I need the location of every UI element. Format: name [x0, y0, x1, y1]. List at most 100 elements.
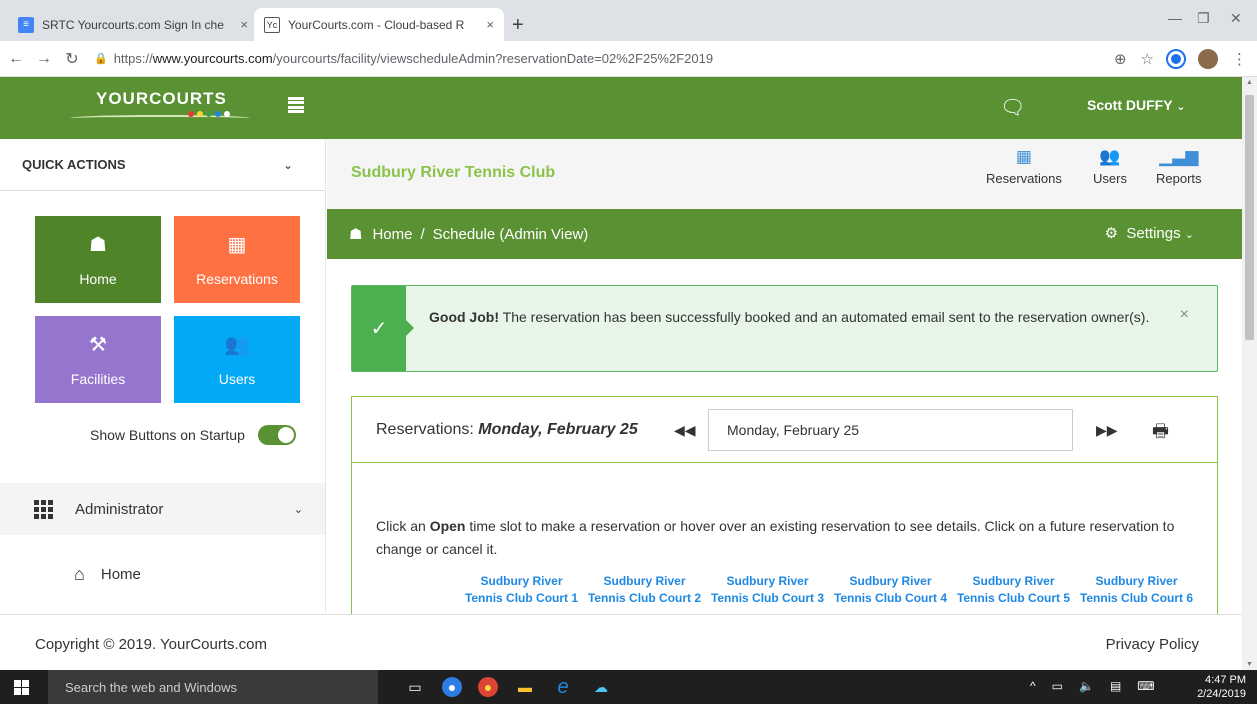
scroll-up-icon[interactable]: ▲	[1246, 79, 1253, 86]
volume-icon[interactable]: 🔈	[1079, 679, 1094, 693]
show-buttons-toggle[interactable]	[257, 425, 296, 445]
browser-menu-icon[interactable]: ⋮	[1232, 50, 1247, 68]
menu-toggle-icon[interactable]	[288, 97, 304, 113]
url-prefix: https://	[113, 51, 153, 66]
bar-chart-icon: ▁▃▆	[1159, 147, 1199, 166]
bookmark-star-icon[interactable]: ☆	[1141, 50, 1154, 68]
nav-reports[interactable]: ▁▃▆ Reports	[1156, 145, 1202, 186]
facilities-tile-button[interactable]: ⚒ Facilities	[35, 316, 161, 403]
battery-icon[interactable]: ▭	[1052, 679, 1063, 693]
home-icon[interactable]: ☗	[349, 225, 362, 243]
user-name: Scott DUFFY	[1087, 97, 1173, 113]
nav-users[interactable]: 👥 Users	[1093, 145, 1127, 186]
camera-app-icon[interactable]: ●	[442, 677, 462, 697]
tray-chevron-icon[interactable]: ^	[1030, 679, 1036, 693]
browser-tab-srtc[interactable]: ≡ SRTC Yourcourts.com Sign In che ×	[8, 8, 258, 41]
court-header[interactable]: Sudbury River Tennis Club Court 5	[952, 573, 1075, 613]
previous-day-icon[interactable]: ◀◀	[674, 422, 696, 439]
club-name[interactable]: Sudbury River Tennis Club	[351, 164, 555, 182]
court-header[interactable]: Sudbury River Tennis Club Court 6	[1075, 573, 1198, 613]
minimize-icon[interactable]: —	[1168, 10, 1182, 26]
browser-tab-yourcourts[interactable]: Yc YourCourts.com - Cloud-based R ×	[254, 8, 504, 41]
file-explorer-icon[interactable]: ▬	[514, 676, 536, 698]
breadcrumb-home[interactable]: Home	[372, 226, 412, 243]
yourcourts-favicon-icon: Yc	[264, 16, 280, 33]
taskbar-search[interactable]: Search the web and Windows	[48, 670, 378, 704]
scrollbar-thumb[interactable]	[1245, 95, 1254, 340]
tile-label: Reservations	[196, 271, 278, 287]
scroll-down-icon[interactable]: ▼	[1246, 661, 1253, 668]
nav-label: Users	[1093, 171, 1127, 186]
reservations-panel: Reservations: Monday, February 25 ◀◀ ▶▶ …	[351, 396, 1218, 614]
windows-start-icon[interactable]	[14, 680, 29, 695]
extension-icon[interactable]	[1168, 51, 1184, 67]
window-close-icon[interactable]: ✕	[1230, 10, 1242, 27]
windows-taskbar: Search the web and Windows ▭ ● ● ▬ e ☁ ^…	[0, 670, 1257, 704]
forward-icon[interactable]: →	[32, 50, 56, 68]
new-tab-button[interactable]: +	[512, 14, 524, 37]
user-menu[interactable]: Scott DUFFY ⌄	[1087, 97, 1185, 113]
app-header: YOURCOURTS 🗨 Scott DUFFY ⌄	[0, 77, 1242, 139]
court-header[interactable]: Sudbury River Tennis Club Court 3	[706, 573, 829, 613]
task-view-icon[interactable]: ▭	[404, 676, 426, 698]
reservations-tile-button[interactable]: ▦ Reservations	[174, 216, 300, 303]
court-header[interactable]: Sudbury River Tennis Club Court 2	[583, 573, 706, 613]
court-header[interactable]: Sudbury River Tennis Club Court 1	[460, 573, 583, 613]
reload-icon[interactable]: ↻	[60, 49, 84, 69]
users-tile-button[interactable]: 👥 Users	[174, 316, 300, 403]
yourcourts-logo[interactable]: YOURCOURTS	[70, 87, 260, 127]
network-app-icon[interactable]: ☁	[590, 676, 612, 698]
court-headers: Sudbury River Tennis Club Court 1 Sudbur…	[460, 573, 1198, 613]
docs-icon: ≡	[18, 16, 34, 33]
alert-text: The reservation has been successfully bo…	[499, 309, 1150, 325]
top-nav: Sudbury River Tennis Club ▦ Reservations…	[327, 139, 1242, 209]
settings-label: Settings	[1126, 225, 1181, 242]
quick-actions-header[interactable]: QUICK ACTIONS ⌄	[0, 139, 325, 191]
alert-close-icon[interactable]: ×	[1180, 306, 1189, 324]
browser-tab-bar: ≡ SRTC Yourcourts.com Sign In che × Yc Y…	[0, 0, 1257, 41]
breadcrumb-separator: /	[420, 225, 425, 243]
notification-icon[interactable]: ▤	[1110, 679, 1121, 693]
settings-menu[interactable]: ⚙ Settings ⌄	[1105, 224, 1194, 242]
chrome-icon[interactable]: ●	[478, 677, 498, 697]
sidebar: QUICK ACTIONS ⌄ ☗ Home ▦ Reservations ⚒ …	[0, 139, 326, 613]
instr-bold: Open	[429, 518, 466, 534]
home-tile-button[interactable]: ☗ Home	[35, 216, 161, 303]
tile-label: Home	[79, 271, 117, 287]
tab-title: SRTC Yourcourts.com Sign In che	[42, 17, 224, 32]
court-header[interactable]: Sudbury River Tennis Club Court 4	[829, 573, 952, 613]
clock-date: 2/24/2019	[1197, 688, 1246, 700]
chevron-down-icon: ⌄	[282, 157, 293, 172]
zoom-icon[interactable]: ⊕	[1114, 50, 1127, 68]
privacy-policy-link[interactable]: Privacy Policy	[1106, 636, 1199, 653]
chevron-down-icon: ⌄	[1184, 229, 1194, 241]
sidebar-item-home[interactable]: ⌂ Home	[74, 564, 141, 585]
logo-text: YOURCOURTS	[96, 89, 227, 108]
tab-close-icon[interactable]: ×	[486, 17, 494, 32]
instr-pre: Click an	[376, 518, 430, 534]
nav-reservations[interactable]: ▦ Reservations	[986, 145, 1062, 186]
next-day-icon[interactable]: ▶▶	[1096, 422, 1118, 439]
users-icon: 👥	[1099, 147, 1121, 166]
tile-label: Users	[218, 371, 256, 387]
alert-strong: Good Job!	[429, 309, 499, 325]
instr-post: time slot to make a reservation or hover…	[376, 518, 1175, 557]
restore-icon[interactable]: ❐	[1197, 10, 1210, 27]
page-scrollbar[interactable]: ▲ ▼	[1242, 77, 1257, 670]
url-field[interactable]: https://www.yourcourts.com/yourcourts/fa…	[114, 51, 713, 66]
tab-close-icon[interactable]: ×	[240, 17, 248, 32]
taskbar-clock[interactable]: 4:47 PM 2/24/2019	[1186, 673, 1246, 701]
profile-avatar[interactable]	[1198, 49, 1218, 69]
back-icon[interactable]: ←	[4, 50, 28, 68]
keyboard-icon[interactable]: ⌨	[1137, 679, 1154, 693]
tools-icon: ⚒	[89, 334, 107, 356]
calendar-icon: ▦	[1015, 147, 1032, 166]
printer-icon[interactable]: 🖶	[1152, 419, 1169, 449]
nav-label: Reports	[1156, 171, 1202, 186]
calendar-icon: ▦	[227, 234, 247, 256]
edge-icon[interactable]: e	[552, 676, 574, 698]
administrator-menu[interactable]: Administrator ⌄	[0, 483, 325, 535]
date-picker-input[interactable]	[708, 409, 1073, 451]
address-bar: ← → ↻ 🔒 https://www.yourcourts.com/yourc…	[0, 41, 1257, 77]
chat-icon[interactable]: 🗨	[1000, 95, 1025, 120]
